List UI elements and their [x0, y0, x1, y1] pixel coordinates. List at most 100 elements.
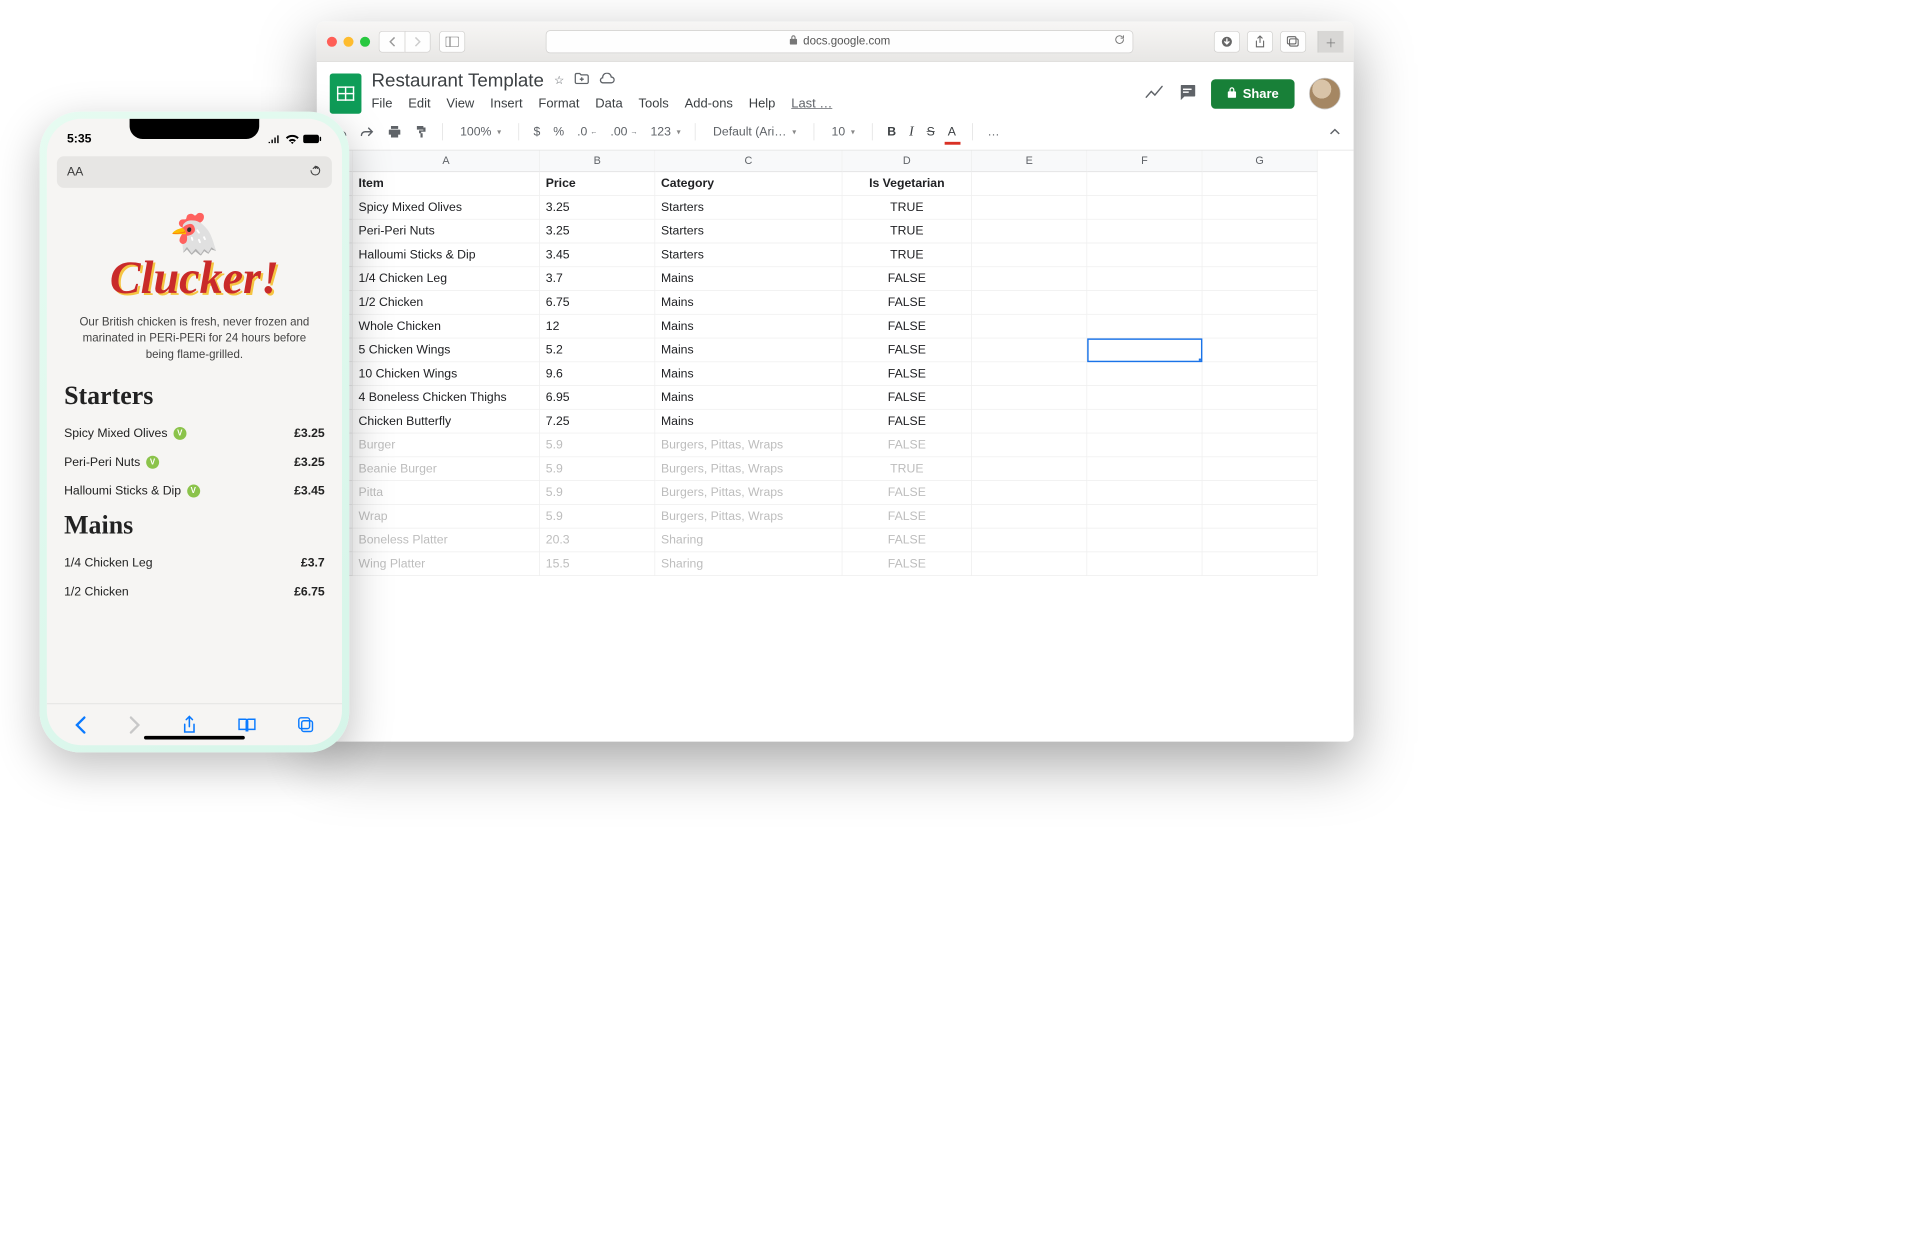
sidebar-button[interactable]: [439, 31, 465, 53]
cell[interactable]: [972, 243, 1087, 267]
cell[interactable]: 5.9: [540, 505, 655, 529]
more-button[interactable]: …: [984, 122, 1002, 142]
menu-tools[interactable]: Tools: [639, 96, 669, 111]
cell[interactable]: [1202, 338, 1317, 362]
cell[interactable]: 3.25: [540, 196, 655, 220]
cell[interactable]: [1087, 481, 1202, 505]
cell[interactable]: [1087, 243, 1202, 267]
cell[interactable]: [1202, 457, 1317, 481]
cell[interactable]: FALSE: [842, 338, 972, 362]
cell[interactable]: 3.7: [540, 267, 655, 291]
cell[interactable]: [1202, 386, 1317, 410]
cloud-icon[interactable]: [599, 73, 615, 88]
cell[interactable]: [1087, 362, 1202, 386]
cell[interactable]: Pitta: [353, 481, 540, 505]
cell[interactable]: [1202, 220, 1317, 244]
cell[interactable]: 5.9: [540, 481, 655, 505]
column-header[interactable]: C: [655, 150, 842, 172]
column-header[interactable]: A: [353, 150, 540, 172]
cell[interactable]: FALSE: [842, 267, 972, 291]
cell[interactable]: 3.25: [540, 220, 655, 244]
cell[interactable]: [972, 196, 1087, 220]
menu-data[interactable]: Data: [595, 96, 622, 111]
activity-icon[interactable]: [1145, 84, 1164, 103]
cell[interactable]: [972, 505, 1087, 529]
zoom-window-icon[interactable]: [360, 36, 370, 46]
cell[interactable]: Burgers, Pittas, Wraps: [655, 481, 842, 505]
menu-item[interactable]: 1/4 Chicken Leg£3.7: [64, 549, 325, 578]
cell[interactable]: [1087, 552, 1202, 576]
cell[interactable]: Mains: [655, 386, 842, 410]
menu-item[interactable]: Halloumi Sticks & DipV£3.45: [64, 477, 325, 506]
cell[interactable]: [1087, 315, 1202, 339]
avatar[interactable]: [1309, 78, 1341, 110]
menu-file[interactable]: File: [372, 96, 393, 111]
cell[interactable]: Item: [353, 172, 540, 196]
cell[interactable]: Chicken Butterfly: [353, 410, 540, 434]
downloads-button[interactable]: [1214, 31, 1240, 53]
cell[interactable]: 5.9: [540, 457, 655, 481]
cell[interactable]: Spicy Mixed Olives: [353, 196, 540, 220]
column-header[interactable]: D: [842, 150, 972, 172]
tabs-icon[interactable]: [297, 716, 314, 733]
cell[interactable]: [1202, 505, 1317, 529]
last-edit-link[interactable]: Last …: [791, 96, 832, 111]
cell[interactable]: 7.25: [540, 410, 655, 434]
cell[interactable]: [972, 528, 1087, 552]
cell[interactable]: 5.2: [540, 338, 655, 362]
cell[interactable]: [972, 481, 1087, 505]
cell[interactable]: FALSE: [842, 291, 972, 315]
cell[interactable]: 6.75: [540, 291, 655, 315]
star-icon[interactable]: ☆: [554, 73, 564, 87]
font-size-dropdown[interactable]: 10: [826, 122, 861, 142]
cell[interactable]: [1087, 433, 1202, 457]
cell[interactable]: Peri-Peri Nuts: [353, 220, 540, 244]
cell[interactable]: [972, 457, 1087, 481]
cell[interactable]: TRUE: [842, 196, 972, 220]
share-button[interactable]: Share: [1211, 79, 1295, 109]
cell[interactable]: Boneless Platter: [353, 528, 540, 552]
cell[interactable]: [972, 386, 1087, 410]
cell[interactable]: Beanie Burger: [353, 457, 540, 481]
cell[interactable]: Mains: [655, 267, 842, 291]
cell[interactable]: [1087, 220, 1202, 244]
cell[interactable]: [1087, 291, 1202, 315]
cell[interactable]: TRUE: [842, 220, 972, 244]
column-header[interactable]: E: [972, 150, 1087, 172]
menu-item[interactable]: Peri-Peri NutsV£3.25: [64, 448, 325, 477]
back-button[interactable]: [379, 31, 405, 53]
menu-format[interactable]: Format: [538, 96, 579, 111]
cell[interactable]: [1087, 505, 1202, 529]
cell[interactable]: 15.5: [540, 552, 655, 576]
cell[interactable]: Starters: [655, 196, 842, 220]
cell[interactable]: 5 Chicken Wings: [353, 338, 540, 362]
tabs-button[interactable]: [1280, 31, 1306, 53]
cell[interactable]: [972, 315, 1087, 339]
menu-help[interactable]: Help: [749, 96, 776, 111]
cell[interactable]: [972, 338, 1087, 362]
cell[interactable]: FALSE: [842, 528, 972, 552]
cell[interactable]: [1202, 528, 1317, 552]
cell[interactable]: 4 Boneless Chicken Thighs: [353, 386, 540, 410]
currency-button[interactable]: $: [531, 122, 544, 142]
spreadsheet-grid[interactable]: ABCDEFGItemPriceCategoryIs VegetarianSpi…: [317, 150, 1354, 576]
cell[interactable]: [1202, 267, 1317, 291]
cell[interactable]: [1202, 362, 1317, 386]
cell[interactable]: [1202, 315, 1317, 339]
cell[interactable]: [1202, 243, 1317, 267]
menu-add-ons[interactable]: Add-ons: [685, 96, 733, 111]
cell[interactable]: 5.9: [540, 433, 655, 457]
share-icon[interactable]: [181, 715, 197, 735]
cell[interactable]: [972, 220, 1087, 244]
cell[interactable]: 20.3: [540, 528, 655, 552]
cell[interactable]: Starters: [655, 243, 842, 267]
forward-button[interactable]: [405, 31, 431, 53]
sheets-logo-icon[interactable]: [330, 73, 362, 113]
menu-view[interactable]: View: [446, 96, 474, 111]
strike-button[interactable]: S: [924, 122, 938, 142]
cell[interactable]: [1087, 386, 1202, 410]
phone-url-bar[interactable]: AA: [57, 156, 332, 188]
doc-title[interactable]: Restaurant Template: [372, 69, 544, 91]
close-window-icon[interactable]: [327, 36, 337, 46]
cell[interactable]: FALSE: [842, 410, 972, 434]
